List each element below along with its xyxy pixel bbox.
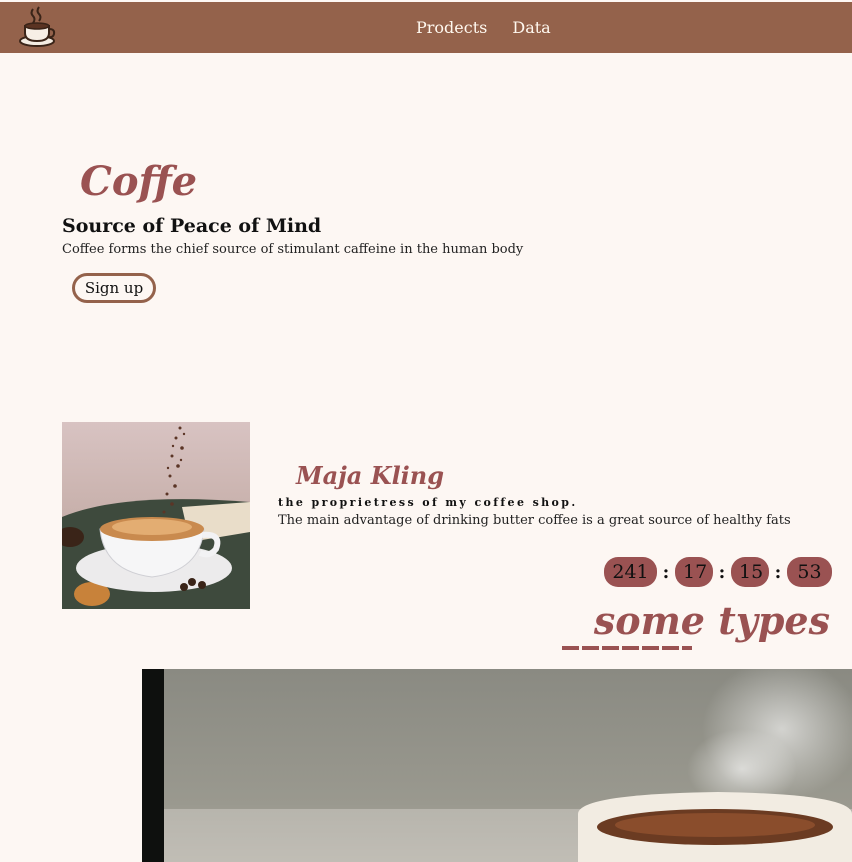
countdown-hours: 17 xyxy=(675,557,713,587)
countdown-separator: : xyxy=(662,561,670,583)
signup-button[interactable]: Sign up xyxy=(72,273,156,303)
profile-name: Maja Kling xyxy=(296,461,445,490)
countdown-seconds: 53 xyxy=(787,557,832,587)
countdown-separator: : xyxy=(774,561,782,583)
profile-description: The main advantage of drinking butter co… xyxy=(278,513,791,528)
heading-underline xyxy=(562,646,692,650)
hero-description: Coffee forms the chief source of stimula… xyxy=(62,242,524,257)
profile-role: the proprietress of my coffee shop. xyxy=(278,496,578,509)
top-navbar: Prodects Data xyxy=(0,2,852,53)
coffee-cup-logo-icon[interactable] xyxy=(18,6,58,48)
nav-link-data[interactable]: Data xyxy=(512,18,550,37)
countdown-minutes: 15 xyxy=(731,557,769,587)
countdown-days: 241 xyxy=(604,557,657,587)
nav-link-products[interactable]: Prodects xyxy=(416,18,487,37)
hero-subtitle: Source of Peace of Mind xyxy=(62,215,322,237)
coffee-cup-photo xyxy=(62,422,250,609)
hero-title: Coffe xyxy=(80,158,198,205)
nav-links: Prodects Data xyxy=(416,2,576,53)
countdown-separator: : xyxy=(718,561,726,583)
types-heading: some types xyxy=(593,598,830,643)
steaming-coffee-cup-photo xyxy=(142,669,852,862)
countdown-timer: 241 : 17 : 15 : 53 xyxy=(604,557,832,587)
